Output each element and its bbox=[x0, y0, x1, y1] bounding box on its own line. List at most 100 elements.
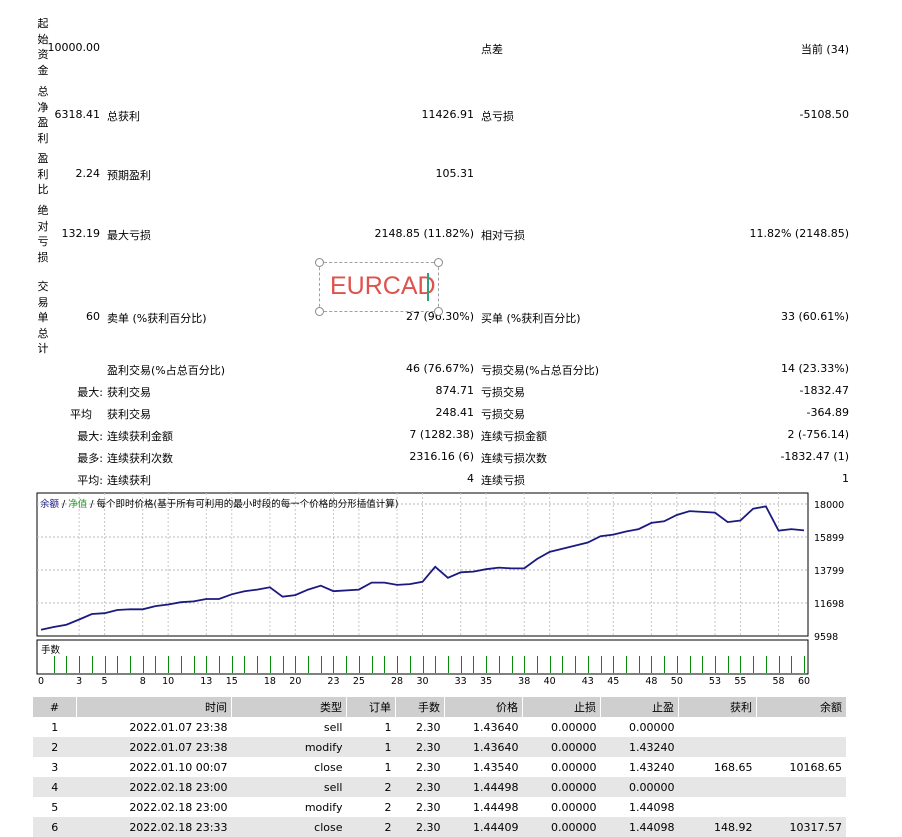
table-row[interactable]: 2 2022.01.07 23:38 modify 1 2.30 1.43640 0.000… bbox=[33, 737, 846, 757]
x-tick-label: 5 bbox=[102, 676, 108, 687]
table-row[interactable]: 6 2022.02.18 23:33 close 2 2.30 1.44409 0.0000… bbox=[33, 817, 846, 837]
x-tick-label: 18 bbox=[264, 676, 276, 687]
table-cell: 1.43540 bbox=[473, 760, 519, 774]
table-cell: 2.30 bbox=[416, 720, 441, 734]
col-header-order[interactable]: 订单 bbox=[346, 697, 396, 717]
col-header-lots[interactable]: 手数 bbox=[395, 697, 445, 717]
table-cell: 1 bbox=[346, 737, 396, 757]
table-cell: 10317.57 bbox=[756, 817, 846, 837]
x-tick-label: 50 bbox=[671, 676, 683, 687]
x-tick-label: 13 bbox=[200, 676, 212, 687]
table-row[interactable]: 1 2022.01.07 23:38 sell 1 2.30 1.43640 0.00000… bbox=[33, 717, 846, 737]
table-cell: close bbox=[231, 817, 347, 837]
x-tick-label: 28 bbox=[391, 676, 403, 687]
x-tick-label: 0 bbox=[38, 676, 44, 687]
x-tick-label: 3 bbox=[76, 676, 82, 687]
table-cell bbox=[756, 737, 846, 757]
table-row[interactable]: 4 2022.02.18 23:00 sell 2 2.30 1.44498 0.00000… bbox=[33, 777, 846, 797]
table-cell: 2022.01.07 23:38 bbox=[76, 737, 232, 757]
table-cell: modify bbox=[231, 737, 347, 757]
x-tick-label: 38 bbox=[518, 676, 530, 687]
table-cell: 2.30 bbox=[395, 737, 445, 757]
table-cell: sell bbox=[323, 720, 343, 734]
table-cell: sell bbox=[231, 777, 347, 797]
x-tick-label: 25 bbox=[353, 676, 365, 687]
chart-legend: 余额 / 净值 / 每个即时价格(基于所有可利用的最小时段的每一个价格的分形插值… bbox=[40, 496, 398, 510]
table-cell: 2 bbox=[384, 800, 392, 814]
table-cell: 148.92 bbox=[678, 817, 757, 837]
table-cell: 2022.01.10 00:07 bbox=[129, 760, 228, 774]
x-tick-label: 30 bbox=[416, 676, 428, 687]
legend-balance: 余额 bbox=[40, 499, 60, 510]
table-cell: 6 bbox=[33, 817, 77, 837]
table-cell: 1 bbox=[384, 760, 392, 774]
table-cell: 2022.02.18 23:00 bbox=[129, 800, 228, 814]
legend-equity: 净值 bbox=[68, 499, 88, 510]
table-cell: 2022.01.07 23:38 bbox=[129, 720, 228, 734]
x-tick-label: 23 bbox=[327, 676, 339, 687]
table-cell: 2.30 bbox=[395, 777, 445, 797]
x-tick-label: 55 bbox=[734, 676, 746, 687]
volume-label: 手数 bbox=[41, 645, 61, 656]
table-cell: 0.00000 bbox=[551, 760, 597, 774]
table-cell: 0.00000 bbox=[522, 737, 601, 757]
table-cell: 1.44498 bbox=[444, 777, 523, 797]
legend-rest: / 每个即时价格(基于所有可利用的最小时段的每一个价格的分形插值计算) bbox=[87, 499, 399, 510]
table-cell bbox=[756, 777, 846, 797]
table-cell: 1.43640 bbox=[473, 720, 519, 734]
table-cell: 0.00000 bbox=[600, 777, 679, 797]
col-header-tp[interactable]: 止盈 bbox=[600, 697, 679, 717]
col-header-balance[interactable]: 余额 bbox=[756, 697, 846, 717]
col-header-sl[interactable]: 止损 bbox=[522, 697, 601, 717]
col-header-price[interactable]: 价格 bbox=[444, 697, 523, 717]
x-tick-label: 58 bbox=[773, 676, 785, 687]
x-tick-label: 45 bbox=[607, 676, 619, 687]
table-cell: 1.44498 bbox=[473, 800, 519, 814]
table-cell: 1.43240 bbox=[629, 760, 675, 774]
x-tick-label: 43 bbox=[582, 676, 594, 687]
table-cell bbox=[678, 737, 757, 757]
table-cell: 2.30 bbox=[416, 800, 441, 814]
table-cell: 2.30 bbox=[395, 817, 445, 837]
table-cell bbox=[678, 777, 757, 797]
x-tick-label: 40 bbox=[544, 676, 556, 687]
table-cell: 5 bbox=[51, 800, 59, 814]
col-header-type[interactable]: 类型 bbox=[231, 697, 347, 717]
table-cell: 2022.02.18 23:00 bbox=[76, 777, 232, 797]
col-header-id[interactable]: # bbox=[33, 697, 77, 717]
x-tick-label: 35 bbox=[480, 676, 492, 687]
x-tick-label: 53 bbox=[709, 676, 721, 687]
x-tick-labels: 0 3 5 8 10 13 15 18 20 23 25 28 30 33 35 38 40 43 45 48 50 53… bbox=[38, 676, 810, 687]
trades-header-row: # 时间 类型 订单 手数 价格 止损 止盈 获利 余额 bbox=[33, 697, 846, 717]
table-cell: 0.00000 bbox=[551, 720, 597, 734]
trades-table: # 时间 类型 订单 手数 价格 止损 止盈 获利 余额 1 2022.01.07… bbox=[33, 697, 846, 837]
table-cell: 1.43240 bbox=[600, 737, 679, 757]
y-tick-label: 18000 bbox=[814, 500, 844, 511]
table-cell: 2 bbox=[33, 737, 77, 757]
x-tick-label: 15 bbox=[226, 676, 238, 687]
volume-frame bbox=[36, 639, 809, 675]
table-cell: 2 bbox=[346, 777, 396, 797]
table-cell: 168.65 bbox=[714, 760, 753, 774]
x-tick-label: 20 bbox=[289, 676, 301, 687]
table-cell: 0.00000 bbox=[522, 817, 601, 837]
y-tick-labels: 18000 15899 13799 11698 9598 bbox=[814, 500, 844, 643]
y-tick-label: 15899 bbox=[814, 533, 844, 544]
legend-sep: / bbox=[59, 499, 69, 510]
table-row[interactable]: 5 2022.02.18 23:00 modify 2 2.30 1.44498 0.000… bbox=[33, 797, 846, 817]
table-row[interactable]: 3 2022.01.10 00:07 close 1 2.30 1.43540 0.0000… bbox=[33, 757, 846, 777]
col-header-profit[interactable]: 获利 bbox=[678, 697, 757, 717]
x-tick-label: 8 bbox=[140, 676, 146, 687]
table-cell: 0.00000 bbox=[551, 800, 597, 814]
x-tick-label: 33 bbox=[455, 676, 467, 687]
x-tick-label: 48 bbox=[645, 676, 657, 687]
table-cell: close bbox=[314, 760, 343, 774]
table-cell: 1.43640 bbox=[444, 737, 523, 757]
table-cell: 0.00000 bbox=[522, 777, 601, 797]
table-cell: 1 bbox=[51, 720, 59, 734]
table-cell: 1.44098 bbox=[629, 800, 675, 814]
table-cell: 1.44409 bbox=[444, 817, 523, 837]
col-header-time[interactable]: 时间 bbox=[76, 697, 232, 717]
table-cell: 1 bbox=[384, 720, 392, 734]
x-tick-label: 60 bbox=[798, 676, 810, 687]
